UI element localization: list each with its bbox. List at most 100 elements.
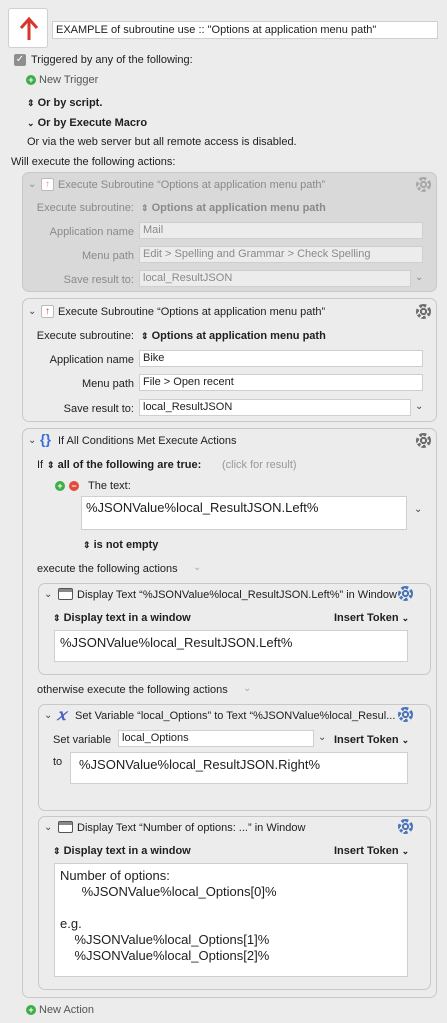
- action-execute-subroutine-1[interactable]: ⌄ ↑ Execute Subroutine “Options at appli…: [22, 172, 437, 292]
- variable-name-field[interactable]: local_Options: [118, 730, 314, 747]
- collapse-chevron-icon[interactable]: ⌄: [28, 179, 36, 190]
- to-label: to: [53, 756, 63, 768]
- app-name-label: Application name: [49, 354, 134, 366]
- display-mode-value: Display text in a window: [63, 845, 191, 857]
- if-label: If: [37, 459, 44, 471]
- macro-icon[interactable]: [8, 8, 48, 48]
- chevron-down-icon: ⌄: [27, 118, 35, 128]
- exec-subroutine-value: Options at application menu path: [151, 330, 326, 342]
- else-actions-label: otherwise execute the following actions: [37, 684, 228, 696]
- variable-value-field[interactable]: %JSONValue%local_ResultJSON.Right%: [70, 752, 408, 784]
- display-mode-popup[interactable]: ⇕ Display text in a window: [53, 612, 191, 624]
- updown-icon: ⇕: [53, 846, 61, 856]
- exec-subroutine-popup[interactable]: ⇕ Options at application menu path: [141, 202, 326, 214]
- set-variable-label: Set variable: [53, 734, 112, 746]
- operator-value: is not empty: [93, 539, 159, 551]
- action-display-text-1[interactable]: ⌄ Display Text “%JSONValue%local_ResultJ…: [38, 583, 431, 675]
- variable-x-icon: 𝑥: [57, 705, 67, 724]
- updown-icon: ⇕: [27, 98, 35, 108]
- insert-token-label: Insert Token: [334, 612, 399, 624]
- chevron-down-icon: ⌄: [401, 613, 410, 623]
- condition-mode-popup[interactable]: ⇕ all of the following are true:: [47, 459, 201, 471]
- window-icon: [58, 588, 73, 600]
- updown-icon: ⇕: [83, 540, 91, 550]
- exec-subroutine-popup[interactable]: ⇕ Options at application menu path: [141, 330, 326, 342]
- action-title: Execute Subroutine “Options at applicati…: [58, 306, 326, 318]
- exec-subroutine-label: Execute subroutine:: [36, 330, 134, 342]
- add-action-icon[interactable]: +: [26, 1005, 36, 1015]
- or-by-script-label: Or by script.: [37, 97, 103, 109]
- text-field-dropdown-icon[interactable]: ⌄: [414, 504, 422, 515]
- actions-heading: Will execute the following actions:: [11, 156, 176, 168]
- macro-name-field[interactable]: EXAMPLE of subroutine use :: "Options at…: [52, 21, 438, 39]
- insert-token-button[interactable]: Insert Token ⌄: [334, 734, 409, 746]
- action-display-text-2[interactable]: ⌄ Display Text “Number of options: ...” …: [38, 816, 431, 990]
- chevron-down-icon: ⌄: [401, 846, 410, 856]
- then-actions-label: execute the following actions: [37, 563, 178, 575]
- updown-icon: ⇕: [141, 203, 149, 213]
- new-action-link[interactable]: New Action: [39, 1004, 94, 1016]
- add-trigger-icon[interactable]: +: [26, 75, 36, 85]
- save-result-field[interactable]: local_ResultJSON: [139, 399, 411, 416]
- app-name-label: Application name: [49, 226, 134, 238]
- exec-subroutine-label: Execute subroutine:: [36, 202, 134, 214]
- web-server-note: Or via the web server but all remote acc…: [27, 136, 297, 148]
- updown-icon: ⇕: [47, 460, 55, 470]
- action-execute-subroutine-2[interactable]: ⌄ ↑ Execute Subroutine “Options at appli…: [22, 298, 437, 422]
- up-arrow-icon: [19, 16, 39, 40]
- else-collapse-icon[interactable]: ⌄: [243, 683, 251, 694]
- click-for-result-link[interactable]: (click for result): [222, 459, 297, 471]
- insert-token-button[interactable]: Insert Token ⌄: [334, 845, 409, 857]
- menu-path-label: Menu path: [82, 250, 134, 262]
- triggered-label: Triggered by any of the following:: [31, 54, 193, 66]
- menu-path-field[interactable]: File > Open recent: [139, 374, 423, 391]
- action-if-all-conditions[interactable]: ⌄ {} If All Conditions Met Execute Actio…: [22, 428, 437, 998]
- action-title: Execute Subroutine “Options at applicati…: [58, 179, 326, 191]
- collapse-chevron-icon[interactable]: ⌄: [28, 435, 36, 446]
- save-result-label: Save result to:: [63, 403, 134, 415]
- collapse-chevron-icon[interactable]: ⌄: [44, 589, 52, 600]
- condition-mode-value: all of the following are true:: [57, 459, 202, 471]
- insert-token-label: Insert Token: [334, 845, 399, 857]
- or-by-execute-macro-disclosure[interactable]: ⌄ Or by Execute Macro: [27, 117, 147, 129]
- insert-token-button[interactable]: Insert Token ⌄: [334, 612, 409, 624]
- or-by-execute-macro-label: Or by Execute Macro: [37, 117, 148, 129]
- gear-icon[interactable]: [398, 707, 413, 722]
- subroutine-icon: ↑: [41, 178, 54, 191]
- collapse-chevron-icon[interactable]: ⌄: [44, 822, 52, 833]
- operator-popup[interactable]: ⇕ is not empty: [83, 539, 158, 551]
- app-name-field[interactable]: Mail: [139, 222, 423, 239]
- display-text-field[interactable]: %JSONValue%local_ResultJSON.Left%: [54, 630, 408, 662]
- action-title: Display Text “Number of options: ...” in…: [77, 822, 306, 834]
- then-collapse-icon[interactable]: ⌄: [193, 562, 201, 573]
- triggered-checkbox[interactable]: ✓: [14, 54, 26, 66]
- gear-icon[interactable]: [416, 433, 431, 448]
- gear-icon[interactable]: [416, 304, 431, 319]
- variable-dropdown-icon[interactable]: ⌄: [318, 732, 326, 743]
- gear-icon[interactable]: [398, 586, 413, 601]
- save-result-label: Save result to:: [63, 274, 134, 286]
- the-text-label: The text:: [88, 480, 131, 492]
- condition-text-field[interactable]: %JSONValue%local_ResultJSON.Left%: [81, 496, 407, 530]
- display-text-field[interactable]: Number of options: %JSONValue%local_Opti…: [54, 863, 408, 977]
- app-name-field[interactable]: Bike: [139, 350, 423, 367]
- window-icon: [58, 821, 73, 833]
- save-result-field[interactable]: local_ResultJSON: [139, 270, 411, 287]
- add-condition-icon[interactable]: +: [55, 481, 65, 491]
- remove-condition-icon[interactable]: −: [69, 481, 79, 491]
- menu-path-label: Menu path: [82, 378, 134, 390]
- gear-icon[interactable]: [398, 819, 413, 834]
- or-by-script-popup[interactable]: ⇕ Or by script.: [27, 97, 102, 109]
- new-trigger-link[interactable]: New Trigger: [39, 74, 98, 86]
- gear-icon[interactable]: [416, 177, 431, 192]
- braces-icon: {}: [40, 431, 51, 447]
- display-mode-popup[interactable]: ⇕ Display text in a window: [53, 845, 191, 857]
- save-result-dropdown-icon[interactable]: ⌄: [415, 272, 423, 283]
- collapse-chevron-icon[interactable]: ⌄: [28, 306, 36, 317]
- menu-path-field[interactable]: Edit > Spelling and Grammar > Check Spel…: [139, 246, 423, 263]
- action-set-variable[interactable]: ⌄ 𝑥 Set Variable “local_Options” to Text…: [38, 704, 431, 811]
- exec-subroutine-value: Options at application menu path: [151, 202, 326, 214]
- collapse-chevron-icon[interactable]: ⌄: [44, 710, 52, 721]
- save-result-dropdown-icon[interactable]: ⌄: [415, 401, 423, 412]
- updown-icon: ⇕: [53, 613, 61, 623]
